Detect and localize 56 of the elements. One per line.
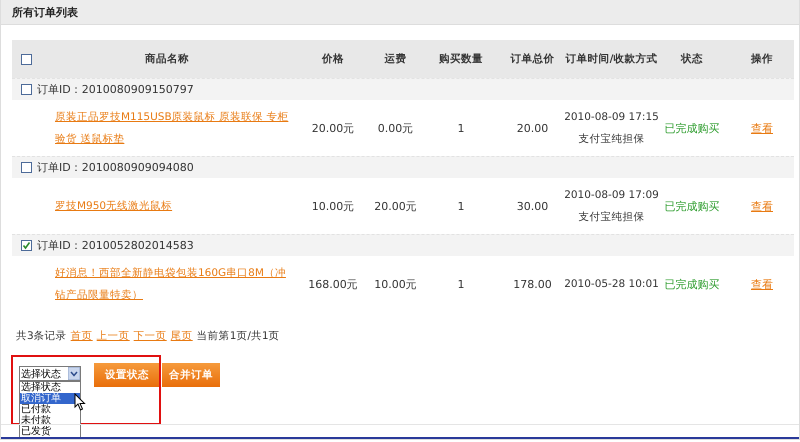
price-cell: 20.00元 [312, 120, 354, 136]
order-time: 2010-08-09 17:09 [564, 188, 659, 203]
total-cell: 30.00 [516, 200, 548, 212]
column-header: 运费 [384, 52, 406, 66]
dropdown-option[interactable]: 已发货 [20, 426, 80, 437]
status-text: 已完成购买 [664, 198, 720, 214]
dropdown-option[interactable]: 取消订单 [20, 393, 80, 404]
page-info: 当前第1页/共1页 [196, 330, 280, 343]
status-text: 已完成购买 [664, 276, 720, 292]
view-link[interactable]: 查看 [751, 198, 773, 214]
checkbox[interactable] [21, 240, 32, 251]
record-count: 共3条记录 [16, 330, 67, 343]
column-header: 操作 [751, 52, 773, 66]
status-select[interactable]: 选择状态 [19, 366, 81, 381]
page-link[interactable]: 首页 [70, 330, 93, 343]
view-link[interactable]: 查看 [751, 276, 773, 292]
dropdown-option[interactable]: 未付款 [20, 415, 80, 426]
column-header: 购买数量 [439, 52, 483, 66]
checkbox[interactable] [21, 162, 32, 173]
checkbox[interactable] [21, 84, 32, 95]
column-header: 状态 [681, 52, 703, 66]
dropdown-option[interactable]: 选择状态 [20, 382, 80, 393]
quantity-cell: 1 [458, 278, 464, 290]
action-button[interactable]: 设置状态 [94, 363, 160, 387]
payment-method: 支付宝纯担保 [578, 132, 646, 147]
panel-title: 所有订单列表 [12, 4, 78, 20]
shipping-cell: 0.00元 [378, 120, 414, 136]
page-link[interactable]: 下一页 [134, 330, 167, 343]
column-header: 价格 [322, 52, 344, 66]
payment-method: 支付宝纯担保 [578, 210, 646, 225]
order-time: 2010-05-28 10:01 [564, 277, 659, 292]
total-cell: 178.00 [513, 278, 552, 290]
order-id: 订单ID：2010080909094080 [37, 160, 194, 175]
column-header: 订单时间/收款方式 [566, 52, 658, 66]
status-text: 已完成购买 [664, 120, 720, 136]
column-header: 商品名称 [144, 52, 190, 66]
action-button[interactable]: 合并订单 [162, 363, 220, 387]
order-id: 订单ID：2010052802014583 [37, 238, 194, 253]
shipping-cell: 10.00元 [374, 276, 417, 292]
order-time: 2010-08-09 17:15 [564, 110, 659, 125]
price-cell: 10.00元 [312, 198, 354, 214]
product-link[interactable]: 罗技M950无线激光鼠标 [55, 195, 295, 217]
page-link[interactable]: 上一页 [96, 330, 130, 343]
view-link[interactable]: 查看 [751, 120, 773, 136]
quantity-cell: 1 [458, 122, 464, 134]
quantity-cell: 1 [458, 200, 464, 212]
checkbox[interactable] [21, 54, 32, 64]
dropdown-arrow-icon[interactable] [68, 367, 80, 380]
product-link[interactable]: 原装正品罗技M115USB原装鼠标 原装联保 专柜验货 送鼠标垫 [55, 106, 295, 150]
page-link[interactable]: 尾页 [170, 330, 193, 343]
total-cell: 20.00 [516, 122, 548, 134]
order-id: 订单ID：2010080909150797 [37, 82, 194, 97]
shipping-cell: 20.00元 [374, 198, 417, 214]
product-link[interactable]: 好消息！西部全新静电袋包装160G串口8M（冲钻产品限量特卖） [55, 262, 295, 306]
column-header: 订单总价 [510, 52, 554, 66]
price-cell: 168.00元 [308, 276, 358, 292]
